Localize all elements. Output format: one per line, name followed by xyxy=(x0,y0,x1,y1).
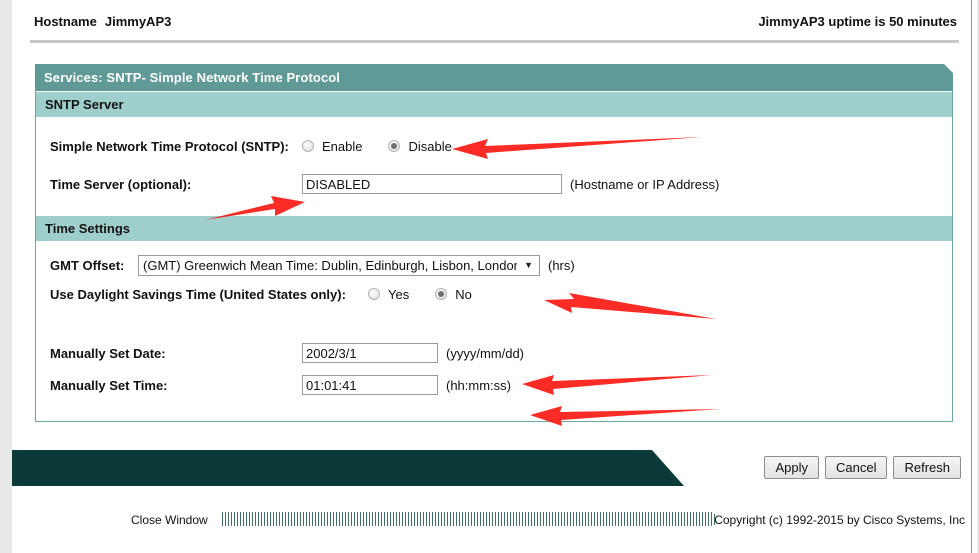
label-manual-date: Manually Set Date: xyxy=(50,345,166,361)
radio-sntp-enable[interactable] xyxy=(302,140,314,152)
section-body-sntp-server: Simple Network Time Protocol (SNTP): Ena… xyxy=(36,131,952,199)
radio-group-daylight: Yes No xyxy=(368,287,498,302)
radio-label-sntp-disable[interactable]: Disable xyxy=(408,139,451,154)
gmt-offset-select-wrap[interactable]: (GMT) Greenwich Mean Time: Dublin, Edinb… xyxy=(138,254,540,276)
radio-label-daylight-yes[interactable]: Yes xyxy=(388,287,409,302)
section-body-time-settings: GMT Offset: (GMT) Greenwich Mean Time: D… xyxy=(36,251,952,399)
hint-gmt-offset: (hrs) xyxy=(548,257,575,273)
manual-date-input[interactable] xyxy=(302,343,438,363)
radio-daylight-yes[interactable] xyxy=(368,288,380,300)
hint-time-server: (Hostname or IP Address) xyxy=(570,176,720,192)
hint-manual-date: (yyyy/mm/dd) xyxy=(446,345,524,361)
radio-daylight-no[interactable] xyxy=(435,288,448,300)
label-gmt-offset: GMT Offset: xyxy=(50,257,125,273)
cancel-button[interactable]: Cancel xyxy=(825,456,888,479)
uptime-text: JimmyAP3 uptime is 50 minutes xyxy=(758,14,957,29)
page-right-border xyxy=(971,0,972,553)
label-time-server: Time Server (optional): xyxy=(50,176,192,192)
section-header-sntp-server: SNTP Server xyxy=(36,91,952,117)
footer-hatch-divider-2 xyxy=(690,514,715,525)
copyright-text: Copyright (c) 1992-2015 by Cisco Systems… xyxy=(714,513,965,527)
label-daylight-savings: Use Daylight Savings Time (United States… xyxy=(50,286,346,302)
top-status-bar: Hostname JimmyAP3 JimmyAP3 uptime is 50 m… xyxy=(12,0,971,42)
label-manual-time: Manually Set Time: xyxy=(50,377,168,393)
section-header-time-settings: Time Settings xyxy=(36,215,952,241)
time-server-input[interactable] xyxy=(302,174,562,194)
refresh-button[interactable]: Refresh xyxy=(893,456,961,479)
row-sntp-enable: Simple Network Time Protocol (SNTP): Ena… xyxy=(36,131,952,161)
radio-group-sntp: Enable Disable xyxy=(302,139,478,154)
row-manual-time: Manually Set Time: (hh:mm:ss) xyxy=(36,371,952,399)
row-gmt-offset: GMT Offset: (GMT) Greenwich Mean Time: D… xyxy=(36,251,952,279)
top-divider xyxy=(30,40,959,43)
hostname-value: JimmyAP3 xyxy=(104,14,172,29)
gmt-offset-select[interactable]: (GMT) Greenwich Mean Time: Dublin, Edinb… xyxy=(138,254,540,276)
close-window-link[interactable]: Close Window xyxy=(131,513,208,527)
page-left-gutter xyxy=(0,0,12,553)
hint-manual-time: (hh:mm:ss) xyxy=(446,377,511,393)
hostname-block: Hostname JimmyAP3 xyxy=(34,14,171,29)
radio-label-sntp-enable[interactable]: Enable xyxy=(322,139,362,154)
footer-hatch-divider xyxy=(222,512,712,526)
panel-title: Services: SNTP- Simple Network Time Prot… xyxy=(35,64,953,91)
manual-time-input[interactable] xyxy=(302,375,438,395)
apply-button[interactable]: Apply xyxy=(764,456,819,479)
row-manual-date: Manually Set Date: (yyyy/mm/dd) xyxy=(36,339,952,367)
radio-sntp-disable[interactable] xyxy=(388,140,401,152)
row-time-server: Time Server (optional): (Hostname or IP … xyxy=(36,169,952,199)
row-daylight-savings: Use Daylight Savings Time (United States… xyxy=(36,281,952,307)
label-sntp: Simple Network Time Protocol (SNTP): xyxy=(50,138,289,154)
radio-label-daylight-no[interactable]: No xyxy=(455,287,472,302)
hostname-label: Hostname xyxy=(34,14,97,29)
action-buttons: Apply Cancel Refresh xyxy=(764,456,961,479)
sntp-settings-panel: Services: SNTP- Simple Network Time Prot… xyxy=(35,64,953,422)
